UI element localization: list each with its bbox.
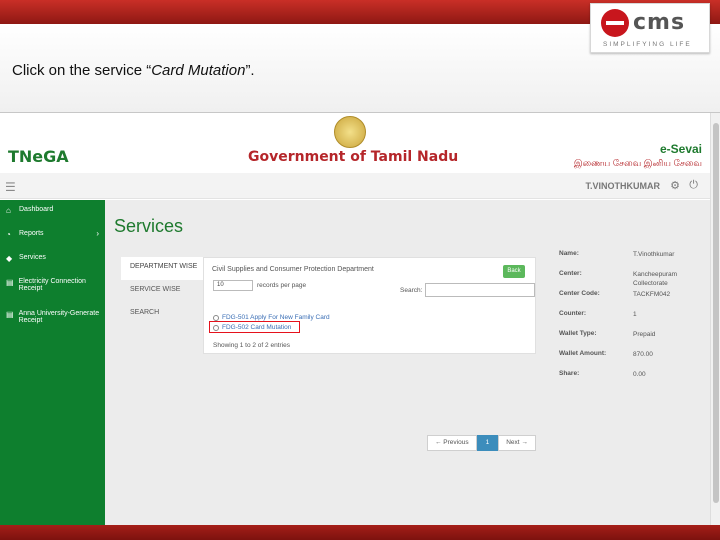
sidebar-item-label: Anna University-Generate Receipt	[18, 310, 100, 324]
caption-prefix: Click on the service “	[12, 62, 152, 79]
tab-search[interactable]: SEARCH	[121, 303, 203, 326]
cms-logo-word: cms	[633, 10, 686, 35]
vertical-scrollbar[interactable]	[710, 113, 720, 525]
cms-logo: cms SIMPLIFYING LIFE	[590, 3, 710, 53]
sidebar-item-anna-university-receipt[interactable]: ▤ Anna University-Generate Receipt	[0, 304, 105, 336]
info-key: Name:	[559, 250, 579, 257]
main-content: Services DEPARTMENT WISE SERVICE WISE SE…	[105, 200, 710, 525]
cms-logo-tagline: SIMPLIFYING LIFE	[603, 41, 692, 48]
page-1-button[interactable]: 1	[476, 435, 499, 451]
slide-bottom-band	[0, 525, 720, 540]
info-value: 870.00	[633, 351, 653, 358]
info-key: Counter:	[559, 310, 587, 317]
tag-icon: ◆	[6, 254, 13, 263]
search-label: Search:	[400, 287, 423, 294]
list-icon: ▤	[6, 310, 14, 319]
info-value: 1	[633, 311, 637, 318]
scrollbar-thumb[interactable]	[713, 123, 719, 503]
service-link-new-family-card[interactable]: FDG-501 Apply For New Family Card	[213, 314, 330, 321]
operator-info: Name: T.Vinothkumar Center: Kancheepuram…	[559, 250, 709, 390]
info-value: Prepaid	[633, 331, 656, 338]
power-icon[interactable]: ⏻	[689, 179, 698, 192]
records-per-page-label: records per page	[257, 282, 307, 289]
back-button[interactable]: Back	[503, 265, 525, 278]
info-key: Share:	[559, 370, 580, 377]
sidebar-item-services[interactable]: ◆ Services	[0, 248, 105, 272]
page-length-select[interactable]: 10	[213, 280, 253, 291]
home-icon: ⌂	[6, 206, 11, 215]
caption-emphasis: Card Mutation	[151, 62, 246, 79]
sidebar-item-label: Reports	[19, 230, 44, 237]
list-icon: ▤	[6, 278, 14, 287]
chevron-right-icon: ›	[96, 229, 99, 238]
department-title: Civil Supplies and Consumer Protection D…	[212, 266, 374, 273]
info-row-share: Share: 0.00	[559, 370, 709, 390]
sidebar-item-reports[interactable]: ◔ Reports ›	[0, 224, 105, 248]
card-mutation-highlight-box	[209, 321, 300, 333]
gauge-icon: ◔	[6, 230, 11, 239]
tab-department-wise[interactable]: DEPARTMENT WISE	[121, 257, 203, 280]
esevai-tamil-tagline: இணைய சேவை இனிய சேவை	[573, 158, 702, 168]
site-header: TNeGA Government of Tamil Nadu e-Sevai இ…	[0, 113, 710, 171]
next-page-button[interactable]: Next →	[498, 435, 536, 451]
service-link-label: FDG-501 Apply For New Family Card	[222, 314, 330, 321]
gear-icon[interactable]: ⚙	[670, 179, 680, 192]
info-row-counter: Counter: 1	[559, 310, 709, 330]
info-value: 0.00	[633, 371, 646, 378]
info-key: Center:	[559, 270, 582, 277]
user-name[interactable]: T.VINOTHKUMAR	[586, 181, 661, 191]
info-value: Kancheepuram Collectorate	[633, 271, 678, 287]
sidebar-item-electricity-receipt[interactable]: ▤ Electricity Connection Receipt	[0, 272, 105, 304]
tn-emblem-icon	[334, 116, 366, 148]
info-key: Center Code:	[559, 290, 600, 297]
info-row-center: Center: Kancheepuram Collectorate	[559, 270, 709, 290]
government-title: Government of Tamil Nadu	[248, 149, 459, 165]
info-value: T.Vinothkumar	[633, 251, 675, 258]
page-title: Services	[114, 216, 184, 236]
top-nav-bar: ☰ T.VINOTHKUMAR ⚙ ⏻	[0, 173, 710, 199]
tab-service-wise[interactable]: SERVICE WISE	[121, 280, 203, 303]
menu-toggle-icon[interactable]: ☰	[5, 180, 16, 194]
radio-icon	[213, 314, 219, 321]
sidebar-item-label: Dashboard	[19, 206, 54, 213]
info-row-wallet-type: Wallet Type: Prepaid	[559, 330, 709, 350]
info-value: TACKFM042	[633, 291, 671, 298]
sidebar-item-label: Electricity Connection Receipt	[18, 278, 86, 292]
sidebar: ⌂ Dashboard ◔ Reports › ◆ Services ▤ Ele…	[0, 200, 105, 525]
browser-screenshot: TNeGA Government of Tamil Nadu e-Sevai இ…	[0, 112, 720, 525]
info-key: Wallet Type:	[559, 330, 597, 337]
cms-logo-mark	[601, 9, 629, 37]
search-input[interactable]	[425, 283, 535, 297]
pagination: ← Previous 1 Next →	[427, 435, 536, 451]
sidebar-item-label: Services	[19, 254, 46, 261]
tnega-logo[interactable]: TNeGA	[8, 147, 69, 166]
services-panel: Civil Supplies and Consumer Protection D…	[203, 257, 536, 354]
sidebar-item-dashboard[interactable]: ⌂ Dashboard	[0, 200, 105, 224]
slide-caption: Click on the service “Card Mutation”.	[12, 62, 255, 79]
entries-info: Showing 1 to 2 of 2 entries	[213, 342, 290, 349]
caption-suffix: ”.	[245, 62, 255, 79]
info-key: Wallet Amount:	[559, 350, 607, 357]
service-tabs: DEPARTMENT WISE SERVICE WISE SEARCH	[121, 257, 203, 326]
info-row-wallet-amount: Wallet Amount: 870.00	[559, 350, 709, 370]
info-row-center-code: Center Code: TACKFM042	[559, 290, 709, 310]
info-row-name: Name: T.Vinothkumar	[559, 250, 709, 270]
previous-page-button[interactable]: ← Previous	[427, 435, 477, 451]
esevai-logo: e-Sevai	[659, 142, 702, 156]
